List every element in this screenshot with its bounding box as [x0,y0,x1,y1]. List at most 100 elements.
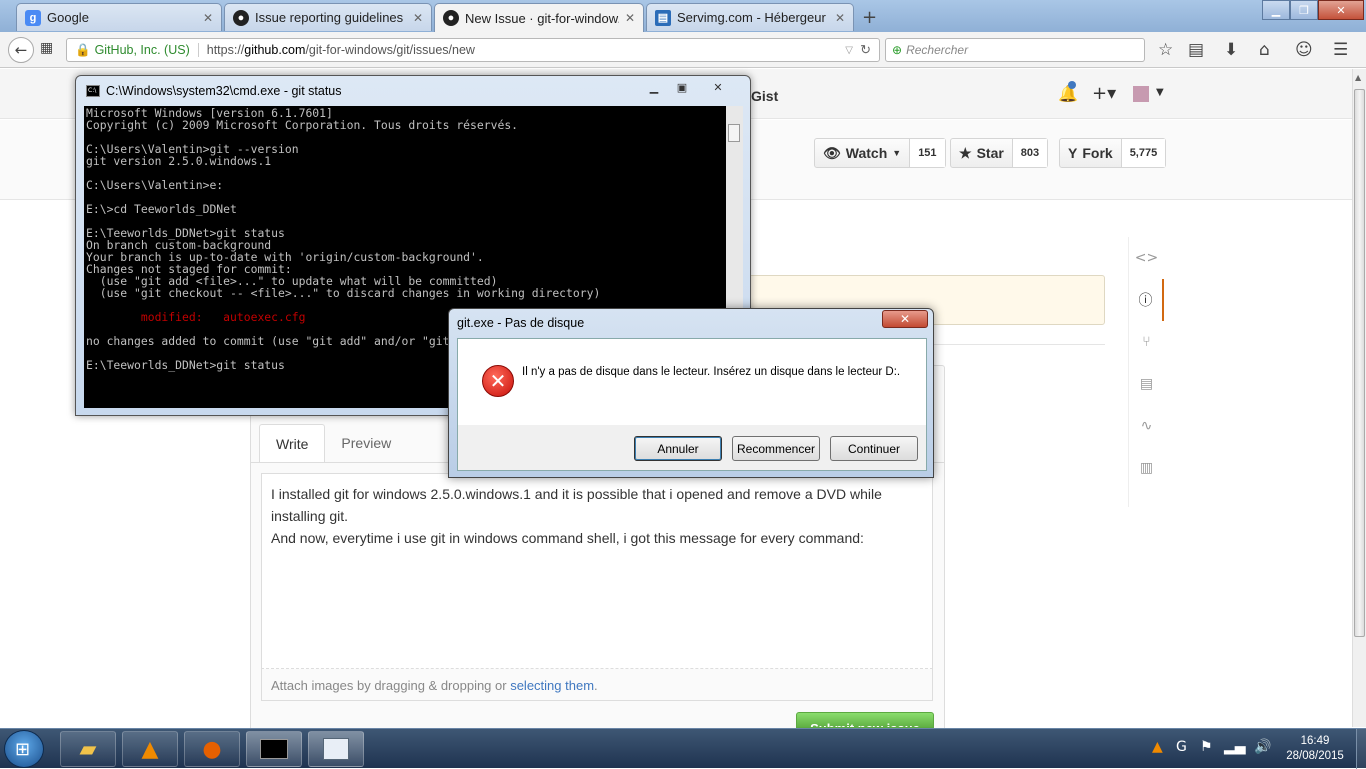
device-tray-icon[interactable]: ⚑ [1200,739,1213,755]
download-icon[interactable]: ⬇ [1224,40,1238,60]
browser-nav-bar: ← ▦ 🔒 GitHub, Inc. (US) https://github.c… [0,32,1366,68]
servimg-icon: ▤ [655,9,671,26]
tab-write[interactable]: Write [259,424,326,462]
watch-label: Watch [845,145,888,161]
close-icon[interactable]: ✕ [835,11,845,25]
reload-icon[interactable]: ↻ [860,42,871,58]
window-close-icon[interactable]: ✕ [1318,0,1364,20]
graphs-icon[interactable]: ▥ [1129,447,1164,489]
select-files-link[interactable]: selecting them [510,678,594,693]
body-line: installing git. [271,508,349,524]
maximize-icon[interactable]: ▣ [670,78,694,96]
firefox-taskbar-button[interactable]: ● [184,731,240,767]
star-button[interactable]: ★ Star 803 [950,138,1049,168]
dialog-taskbar-button[interactable] [308,731,364,767]
fork-button[interactable]: Y Fork 5,775 [1059,138,1167,168]
url-path: /git-for-windows/git/issues/new [305,43,475,57]
star-icon: ★ [959,144,972,161]
search-engine-icon: ⊕ [892,43,903,57]
logitech-tray-icon[interactable]: G [1176,739,1187,755]
network-signal-icon[interactable]: ▂▄ [1224,739,1246,755]
tab-servimg[interactable]: ▤ Servimg.com - Hébergeur ... ✕ [646,3,854,31]
dialog-body: ✕ Il n'y a pas de disque dans le lecteur… [457,338,927,471]
show-desktop-button[interactable] [1356,729,1366,769]
search-input[interactable]: ⊕ Rechercher [885,38,1145,62]
dialog-message-area: ✕ Il n'y a pas de disque dans le lecteur… [458,339,926,425]
create-new-icon[interactable]: +▾ [1092,83,1116,104]
tab-preview[interactable]: Preview [325,424,407,462]
scroll-up-icon[interactable]: ▲ [1355,73,1361,82]
editor-tabs: Write Preview [259,424,407,462]
browser-tab-strip: g Google ✕ ● Issue reporting guidelines … [0,0,1366,32]
wiki-icon[interactable]: ▤ [1129,363,1164,405]
chat-icon[interactable]: ☺ [1295,40,1313,60]
home-icon[interactable]: ⌂ [1259,40,1270,60]
close-icon[interactable]: ✕ [413,11,423,25]
dialog-message: Il n'y a pas de disque dans le lecteur. … [522,366,901,378]
issues-icon[interactable]: ⓘ [1129,279,1164,321]
maximize-icon[interactable]: ❐ [1290,0,1318,20]
code-icon[interactable]: <> [1129,237,1164,279]
scrollbar-thumb[interactable] [728,124,740,142]
menu-icon[interactable]: ☰ [1333,40,1348,60]
avatar[interactable] [1133,86,1149,102]
volume-icon[interactable]: 🔊 [1254,739,1271,755]
site-identity: GitHub, Inc. (US) [95,43,199,57]
cmd-icon: C:\ [86,85,100,97]
tab-new-issue[interactable]: ● New Issue · git-for-window... ✕ [434,3,644,32]
vlc-tray-icon[interactable]: ▲ [1152,739,1163,755]
gist-link[interactable]: Gist [751,88,778,104]
repo-side-nav: <> ⓘ ⑂ ▤ ∿ ▥ [1128,237,1164,507]
clock-time: 16:49 [1300,735,1330,747]
tab-google[interactable]: g Google ✕ [16,3,222,31]
library-icon[interactable]: ▦ [40,40,53,56]
close-icon[interactable]: ✕ [625,11,635,25]
tab-title: Issue reporting guidelines ... [255,10,407,25]
pulse-icon[interactable]: ∿ [1129,405,1164,447]
tab-title: Google [47,10,89,25]
body-line: I installed git for windows 2.5.0.window… [271,486,882,502]
close-icon[interactable]: ✕ [706,78,730,96]
system-clock[interactable]: 16:49 28/08/2015 [1280,734,1350,764]
back-arrow-icon[interactable]: ← [8,37,34,63]
dropdown-icon[interactable]: ▽ [845,45,853,56]
retry-button[interactable]: Recommencer [732,436,820,461]
watch-button[interactable]: 👁 Watch ▼ 151 [814,138,946,168]
url-bar[interactable]: 🔒 GitHub, Inc. (US) https://github.com/g… [66,38,880,62]
console-modified: modified: autoexec.cfg [140,310,306,324]
body-line: And now, everytime i use git in windows … [271,530,864,546]
reading-list-icon[interactable]: ▤ [1188,40,1204,60]
chevron-down-icon[interactable]: ▼ [1156,87,1164,98]
chevron-down-icon: ▼ [892,148,902,158]
scrollbar-thumb[interactable] [1354,89,1365,637]
watch-count[interactable]: 151 [910,139,945,167]
cancel-button[interactable]: Annuler [634,436,722,461]
console-text: Microsoft Windows [version 6.1.7601] Cop… [86,106,601,300]
new-tab-icon[interactable]: + [862,7,877,28]
folder-icon: ▰ [79,736,97,762]
clock-date: 28/08/2015 [1286,750,1344,762]
minimize-icon[interactable]: ▁ [642,78,666,96]
tab-title: Servimg.com - Hébergeur ... [677,10,829,25]
star-label: Star [976,145,1004,161]
submit-issue-button[interactable]: Submit new issue [796,712,934,728]
explorer-taskbar-button[interactable]: ▰ [60,731,116,767]
continue-button[interactable]: Continuer [830,436,918,461]
tab-issue-guidelines[interactable]: ● Issue reporting guidelines ... ✕ [224,3,432,31]
page-scrollbar[interactable]: ▲ [1352,69,1366,727]
firefox-icon: ● [202,736,222,762]
close-icon[interactable]: ✕ [882,310,928,328]
minimize-icon[interactable]: ▁ [1262,0,1290,20]
close-icon[interactable]: ✕ [203,11,213,25]
bookmark-star-icon[interactable]: ☆ [1158,40,1173,60]
pull-request-icon[interactable]: ⑂ [1129,321,1164,363]
cmd-taskbar-button[interactable] [246,731,302,767]
vlc-taskbar-button[interactable]: ▲ [122,731,178,767]
fork-count[interactable]: 5,775 [1121,139,1166,167]
star-count[interactable]: 803 [1012,139,1048,167]
search-placeholder: Rechercher [906,43,969,57]
issue-body-textarea[interactable]: I installed git for windows 2.5.0.window… [261,473,933,669]
attach-text: Attach images by dragging & dropping or [271,678,511,693]
cmd-icon [260,739,288,759]
start-button[interactable]: ⊞ [4,730,44,768]
